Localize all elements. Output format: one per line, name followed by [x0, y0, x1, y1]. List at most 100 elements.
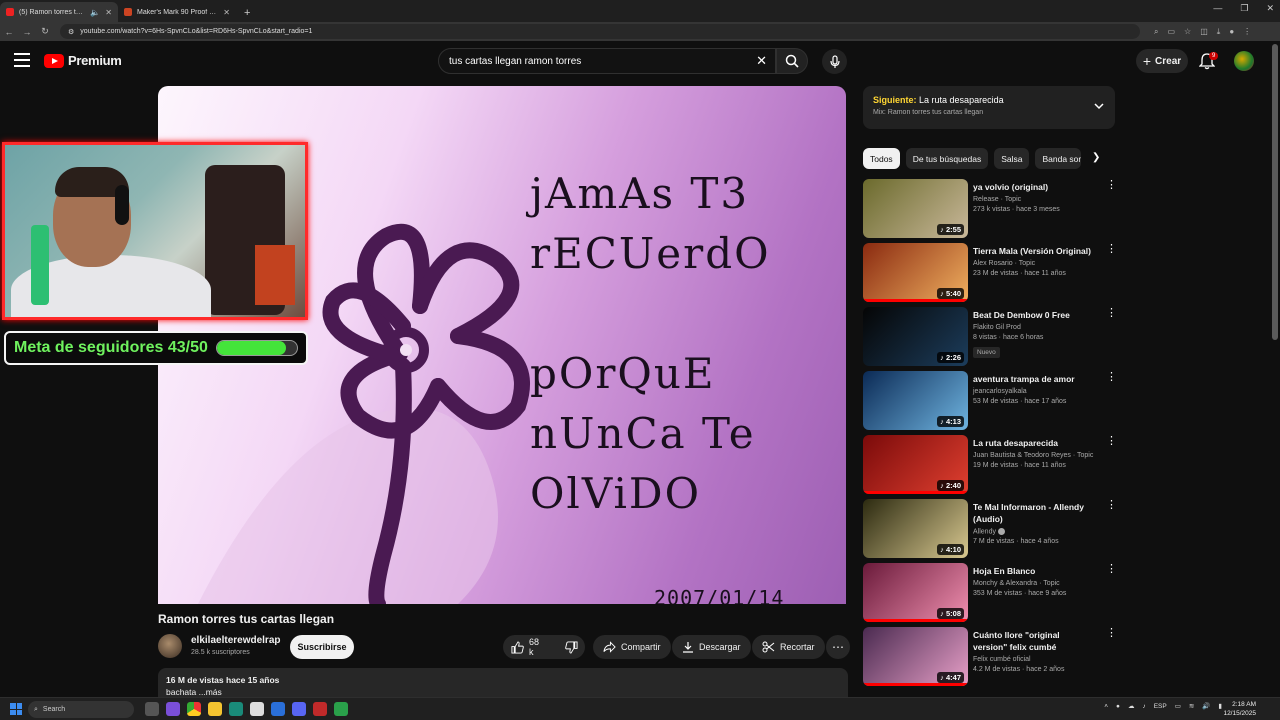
- chip-banda-sonora[interactable]: Banda sonora: [1035, 148, 1082, 169]
- close-window-icon[interactable]: ✕: [1266, 3, 1274, 14]
- video-thumbnail[interactable]: ♪ 2:40: [863, 435, 968, 494]
- browser-menu-icon[interactable]: ⋮: [1243, 27, 1251, 37]
- chevron-right-icon[interactable]: ❯: [1092, 152, 1100, 163]
- video-thumbnail[interactable]: ♪ 4:10: [863, 499, 968, 558]
- recommendation-item[interactable]: ♪ 4:13 aventura trampa de amor jeancarlosy…: [863, 371, 1117, 431]
- task-view-icon[interactable]: [145, 702, 159, 716]
- extensions-icon[interactable]: ◫: [1200, 27, 1208, 37]
- address-bar[interactable]: ⚙ youtube.com/watch?v=6Hs-SpvnCLo&list=R…: [60, 24, 1140, 39]
- account-avatar[interactable]: [1234, 51, 1254, 71]
- maximize-icon[interactable]: ❐: [1240, 3, 1248, 14]
- more-vertical-icon[interactable]: ⋮: [1106, 308, 1117, 319]
- store-icon[interactable]: [250, 702, 264, 716]
- video-thumbnail[interactable]: ♪ 2:55: [863, 179, 968, 238]
- minimize-icon[interactable]: —: [1213, 3, 1222, 14]
- share-button[interactable]: Compartir: [593, 635, 671, 659]
- taskbar-clock[interactable]: 2:18 AM 12/15/2025: [1223, 700, 1256, 718]
- recommendation-item[interactable]: ♪ 2:26 Beat De Dembow 0 Free Flakito Gil P…: [863, 307, 1117, 367]
- recommendation-item[interactable]: ♪ 4:10 Te Mal Informaron - Allendy (Audio…: [863, 499, 1117, 559]
- video-thumbnail[interactable]: ♪ 4:13: [863, 371, 968, 430]
- close-tab-icon[interactable]: ✕: [223, 8, 230, 17]
- video-title[interactable]: Te Mal Informaron - Allendy (Audio): [973, 501, 1095, 525]
- reload-icon[interactable]: ↻: [36, 26, 54, 37]
- more-vertical-icon[interactable]: ⋮: [1106, 372, 1117, 383]
- more-vertical-icon[interactable]: ⋮: [1106, 500, 1117, 511]
- recommendation-item[interactable]: ♪ 2:55 ya volvio (original) Release · Topi…: [863, 179, 1117, 239]
- video-title[interactable]: Beat De Dembow 0 Free: [973, 309, 1095, 321]
- language-indicator[interactable]: ESP: [1154, 703, 1167, 710]
- discord-icon[interactable]: [292, 702, 306, 716]
- video-thumbnail[interactable]: ♪ 4:47: [863, 627, 968, 686]
- recommendation-item[interactable]: ♪ 4:47 Cuánto llore "original version" fe…: [863, 627, 1117, 687]
- bookmark-star-icon[interactable]: ☆: [1184, 27, 1191, 37]
- new-tab-button[interactable]: +: [236, 7, 258, 22]
- chip-de-tus-busquedas[interactable]: De tus búsquedas: [905, 148, 989, 169]
- windows-start-icon[interactable]: [10, 703, 22, 715]
- search-input[interactable]: tus cartas llegan ramon torres ✕: [438, 48, 776, 74]
- search-button[interactable]: [776, 48, 808, 74]
- more-vertical-icon[interactable]: ⋮: [1106, 244, 1117, 255]
- mic-tray-icon[interactable]: ♪: [1142, 703, 1145, 710]
- video-title[interactable]: aventura trampa de amor: [973, 373, 1095, 385]
- download-button[interactable]: Descargar: [672, 635, 751, 659]
- cast-icon[interactable]: ▭: [1167, 27, 1175, 37]
- chip-todos[interactable]: Todos: [863, 148, 900, 169]
- more-actions-button[interactable]: ⋯: [826, 635, 850, 659]
- download-icon[interactable]: ⤓: [1217, 27, 1221, 37]
- video-title[interactable]: Hoja En Blanco: [973, 565, 1095, 577]
- battery-icon[interactable]: ▮: [1218, 702, 1222, 710]
- channel-avatar[interactable]: [158, 634, 182, 658]
- profile-icon[interactable]: ●: [1229, 27, 1234, 37]
- video-title[interactable]: Cuánto llore "original version" felix cu…: [973, 629, 1095, 653]
- more-vertical-icon[interactable]: ⋮: [1106, 628, 1117, 639]
- more-vertical-icon[interactable]: ⋮: [1106, 436, 1117, 447]
- close-tab-icon[interactable]: ✕: [105, 8, 112, 17]
- chevron-up-icon[interactable]: ˄: [1104, 703, 1108, 710]
- display-icon[interactable]: ▭: [1175, 702, 1181, 710]
- video-description[interactable]: 16 M de vistas hace 15 años bachata ...m…: [158, 668, 848, 700]
- create-button[interactable]: + Crear: [1136, 49, 1188, 73]
- hamburger-menu-icon[interactable]: [14, 53, 30, 67]
- file-explorer-icon[interactable]: [208, 702, 222, 716]
- back-icon[interactable]: ←: [0, 27, 18, 37]
- chevron-down-icon[interactable]: [1093, 100, 1105, 112]
- more-vertical-icon[interactable]: ⋮: [1106, 564, 1117, 575]
- more-vertical-icon[interactable]: ⋮: [1106, 180, 1117, 191]
- video-title[interactable]: La ruta desaparecida: [973, 437, 1095, 449]
- site-info-icon[interactable]: ⚙: [68, 28, 74, 36]
- like-button[interactable]: 68 k: [503, 635, 547, 659]
- cloud-icon[interactable]: ☁: [1128, 702, 1135, 710]
- chrome-icon[interactable]: [187, 702, 201, 716]
- browser-tab-makers-mark[interactable]: Maker's Mark 90 Proof Kentucky ✕: [118, 2, 236, 22]
- recommendation-item[interactable]: ♪ 5:40 Tierra Mala (Versión Original) Alex…: [863, 243, 1117, 303]
- subscribe-button[interactable]: Suscribirse: [290, 635, 354, 659]
- video-thumbnail[interactable]: ♪ 5:40: [863, 243, 968, 302]
- xbox-icon[interactable]: [334, 702, 348, 716]
- video-thumbnail[interactable]: ♪ 2:26: [863, 307, 968, 366]
- taskbar-search-box[interactable]: ⌕ Search: [28, 701, 134, 718]
- copilot-icon[interactable]: [166, 702, 180, 716]
- app-f-icon[interactable]: [313, 702, 327, 716]
- voice-search-button[interactable]: [822, 49, 847, 74]
- speaker-icon[interactable]: 🔈: [90, 8, 100, 17]
- zoom-icon[interactable]: ⌕: [1154, 27, 1158, 37]
- video-thumbnail[interactable]: ♪ 5:08: [863, 563, 968, 622]
- wifi-icon[interactable]: ≋: [1189, 702, 1194, 710]
- browser-tab-youtube[interactable]: (5) Ramon torres tus cartas 🔈 ✕: [0, 2, 118, 22]
- page-scrollbar[interactable]: [1272, 44, 1278, 340]
- video-title[interactable]: Tierra Mala (Versión Original): [973, 245, 1095, 257]
- tray-app-icon[interactable]: ●: [1116, 703, 1120, 710]
- recommendation-item[interactable]: ♪ 2:40 La ruta desaparecida Juan Bautista …: [863, 435, 1117, 495]
- outlook-icon[interactable]: [271, 702, 285, 716]
- edge-icon[interactable]: [229, 702, 243, 716]
- recommendation-item[interactable]: ♪ 5:08 Hoja En Blanco Monchy & Alexandra ·…: [863, 563, 1117, 623]
- clear-search-icon[interactable]: ✕: [756, 53, 767, 69]
- forward-icon[interactable]: →: [18, 27, 36, 37]
- video-title[interactable]: ya volvio (original): [973, 181, 1095, 193]
- clip-button[interactable]: Recortar: [752, 635, 825, 659]
- channel-name[interactable]: elkilaelterewdelrap: [191, 635, 281, 646]
- youtube-premium-logo[interactable]: Premium: [44, 53, 122, 68]
- volume-icon[interactable]: 🔊: [1202, 702, 1210, 710]
- chip-salsa[interactable]: Salsa: [994, 148, 1030, 169]
- playlist-next-panel[interactable]: Siguiente: La ruta desaparecida Mix: Ram…: [863, 86, 1115, 129]
